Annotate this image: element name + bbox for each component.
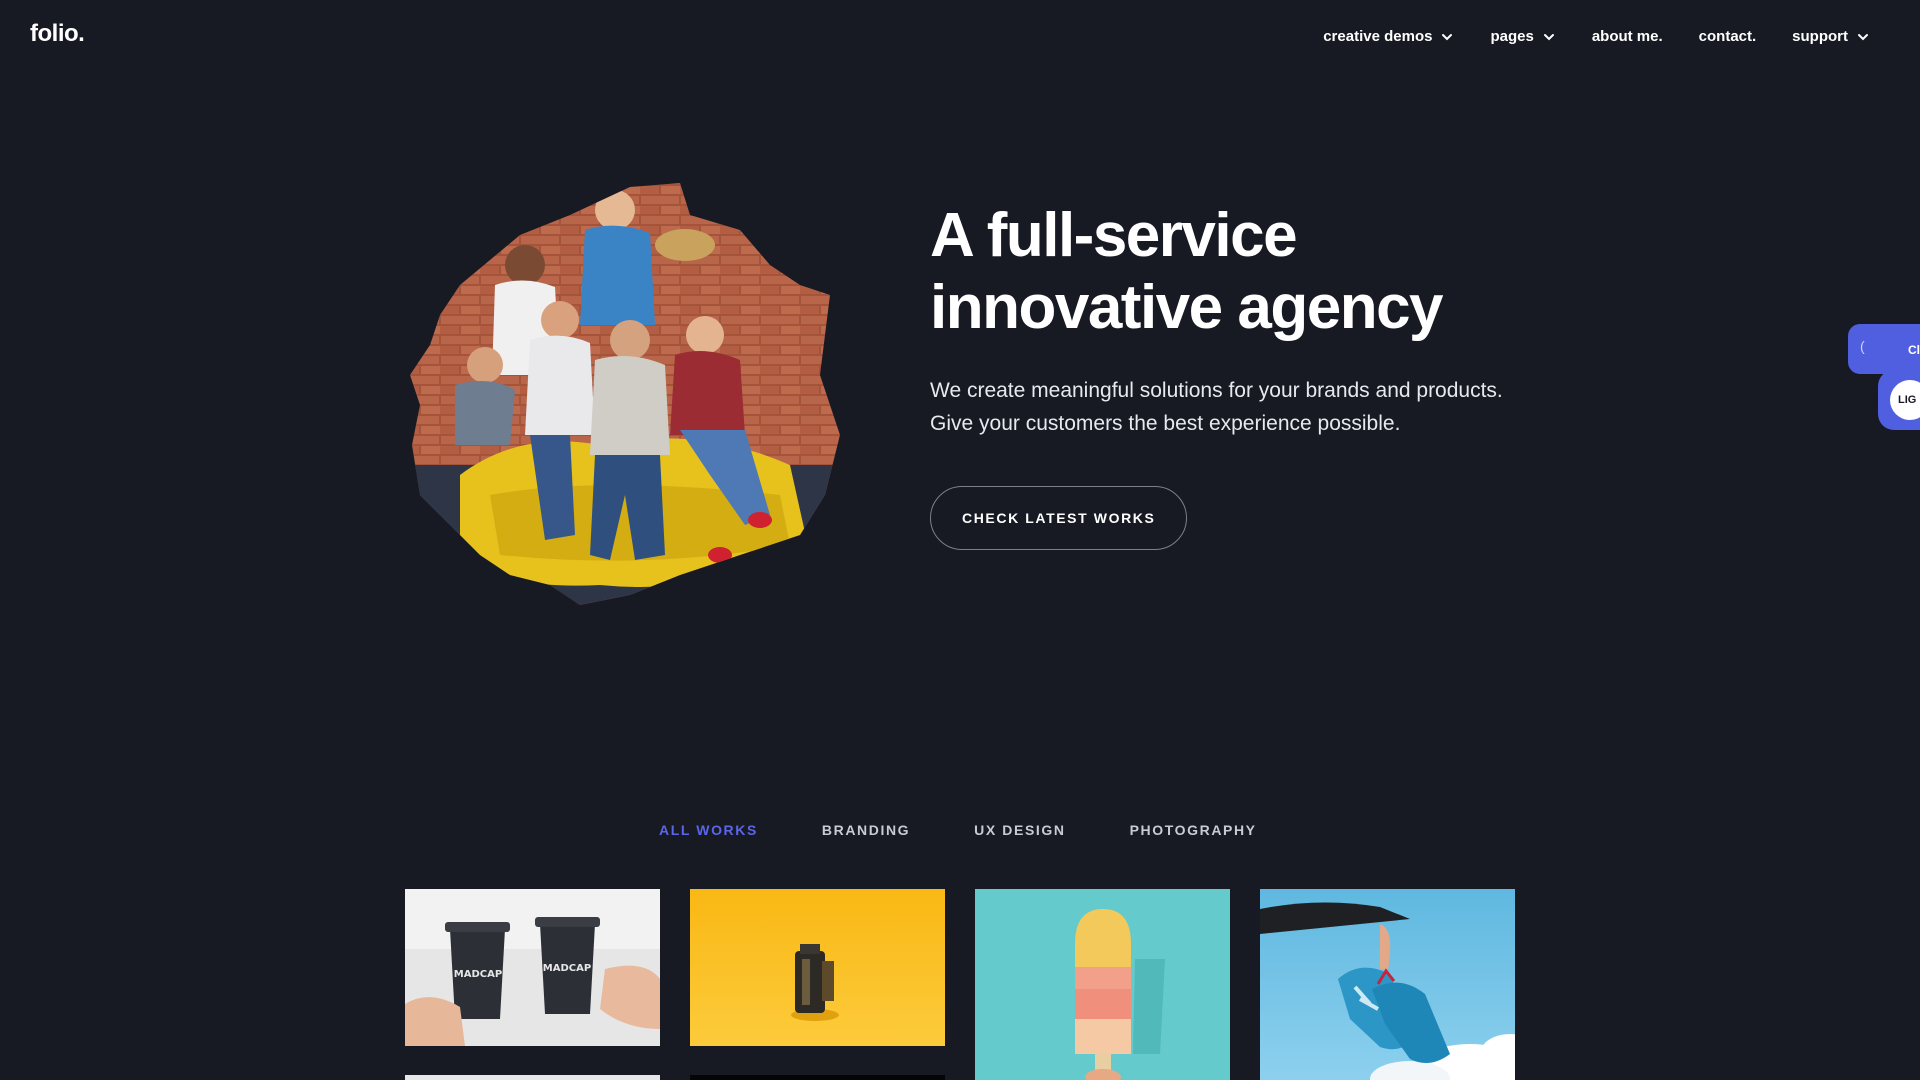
portfolio-item-row2-2[interactable] xyxy=(690,1075,945,1080)
filter-ux-design[interactable]: UX DESIGN xyxy=(974,822,1065,838)
side-tab-icon: ( xyxy=(1860,338,1865,354)
filter-all-works[interactable]: ALL WORKS xyxy=(659,822,758,838)
portfolio-filters: ALL WORKS BRANDING UX DESIGN PHOTOGRAPHY xyxy=(659,822,1257,838)
nav-creative-demos-label: creative demos xyxy=(1323,28,1433,45)
hero-title: A full-service innovative agency xyxy=(930,200,1570,344)
portfolio-item-popsicle[interactable] xyxy=(975,889,1230,1080)
hero-subtitle: We create meaningful solutions for your … xyxy=(930,374,1570,440)
side-settings-widget[interactable]: ( Cl LIG xyxy=(1848,324,1920,430)
film-roll-image xyxy=(690,889,945,1046)
team-photo-brush-mask xyxy=(410,183,840,605)
nav-contact[interactable]: contact. xyxy=(1699,28,1757,45)
logo[interactable]: folio. xyxy=(30,20,85,48)
portfolio-item-row2-1[interactable] xyxy=(405,1075,660,1080)
nav-creative-demos[interactable]: creative demos xyxy=(1323,28,1454,45)
hero-text-block: A full-service innovative agency We crea… xyxy=(930,200,1570,550)
nav-support[interactable]: support xyxy=(1792,28,1870,45)
coffee-cups-image: MADCAP MADCAP xyxy=(405,889,660,1046)
popsicle-image xyxy=(975,889,1230,1080)
side-tab-label: Cl xyxy=(1908,343,1920,357)
check-latest-works-button[interactable]: CHECK LATEST WORKS xyxy=(930,486,1188,550)
chevron-down-icon xyxy=(1858,33,1868,40)
nav-about-me-label: about me. xyxy=(1591,28,1663,45)
nav-pages[interactable]: pages xyxy=(1490,28,1555,45)
sneakers-image xyxy=(1260,889,1515,1080)
side-sub-panel: LIG xyxy=(1878,370,1920,430)
filter-branding[interactable]: BRANDING xyxy=(822,822,910,838)
portfolio-item-film-roll[interactable] xyxy=(690,889,945,1046)
hero-subtitle-line-2: Give your customers the best experience … xyxy=(930,412,1401,435)
cup-label-right: MADCAP xyxy=(543,963,591,974)
nav-contact-label: contact. xyxy=(1698,28,1757,45)
chevron-down-icon xyxy=(1543,33,1554,40)
portfolio-item-coffee-cups[interactable]: MADCAP MADCAP xyxy=(405,889,660,1046)
hero-subtitle-line-1: We create meaningful solutions for your … xyxy=(930,379,1503,402)
main-nav: creative demos pages about me. contact. … xyxy=(1323,28,1870,45)
portfolio-item-sneakers[interactable] xyxy=(1260,889,1515,1080)
hero-image xyxy=(400,175,850,615)
cup-label-left: MADCAP xyxy=(454,969,502,980)
nav-pages-label: pages xyxy=(1490,28,1534,45)
theme-toggle-pill[interactable]: LIG xyxy=(1890,380,1920,420)
nav-about-me[interactable]: about me. xyxy=(1592,28,1663,45)
chevron-down-icon xyxy=(1442,33,1453,40)
nav-support-label: support xyxy=(1792,28,1848,45)
side-tab[interactable]: ( Cl xyxy=(1848,324,1920,374)
filter-photography[interactable]: PHOTOGRAPHY xyxy=(1130,822,1257,838)
hero-title-line-1: A full-service xyxy=(930,201,1298,270)
hero-title-line-2: innovative agency xyxy=(930,273,1444,342)
